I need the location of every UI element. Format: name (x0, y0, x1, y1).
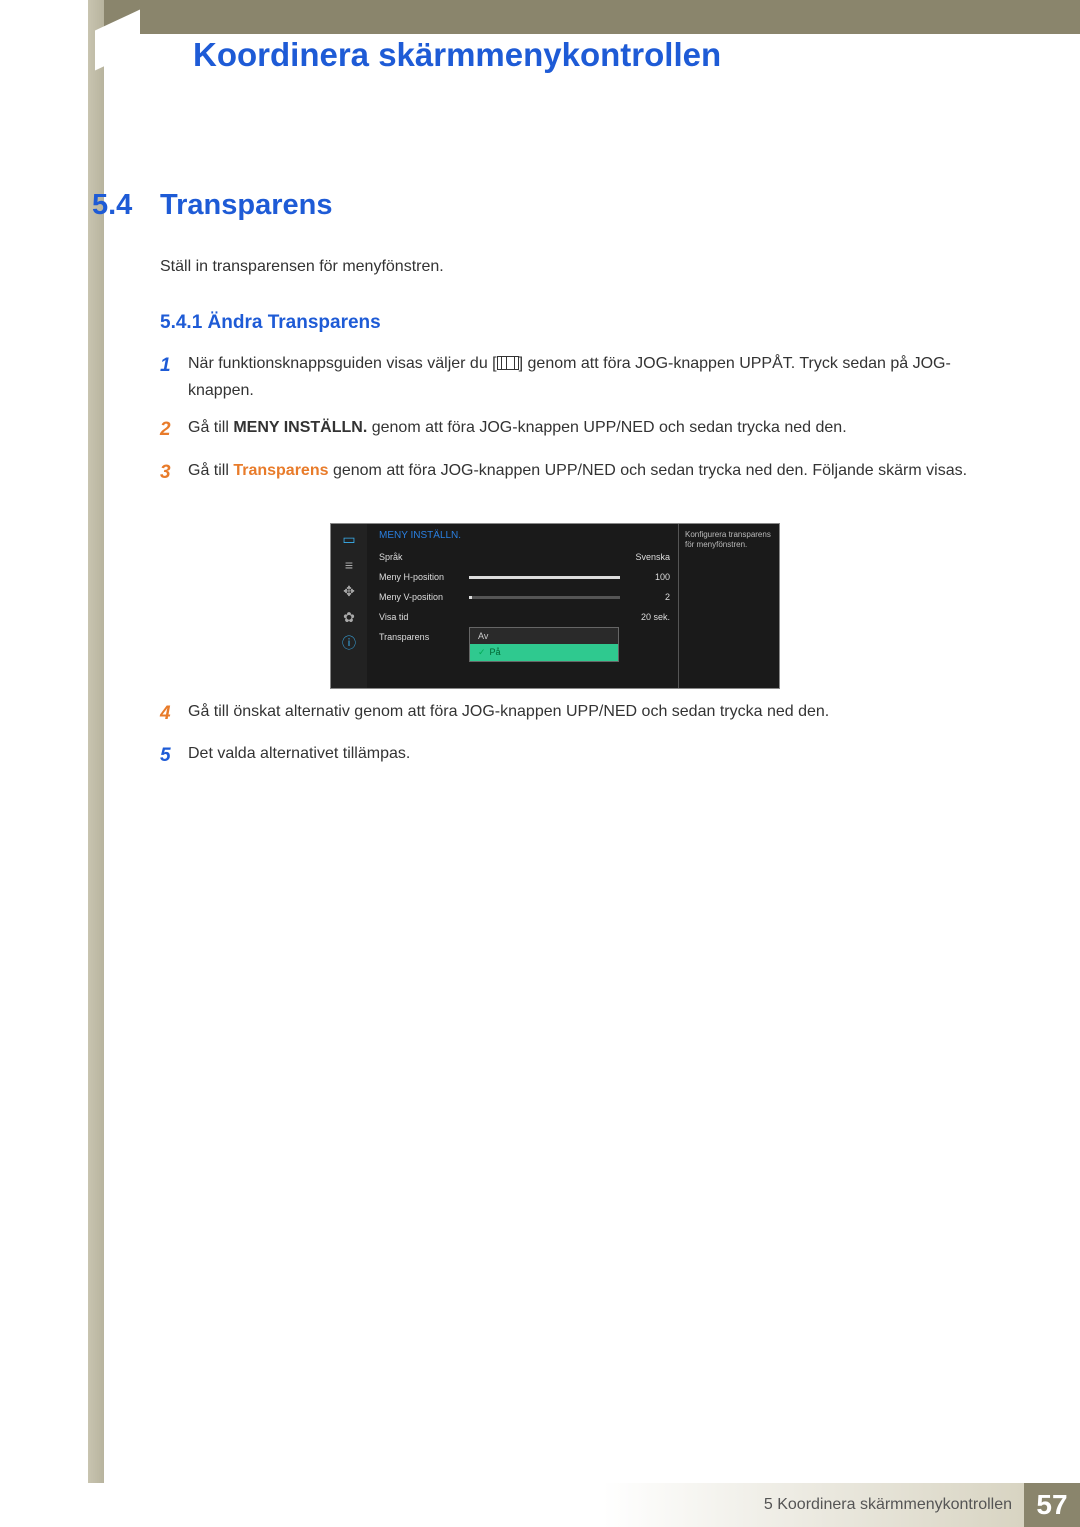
osd-row-time: Visa tid 20 sek. (379, 607, 670, 627)
step-text: När funktionsknappsguiden visas väljer d… (188, 350, 980, 404)
step-number: 5 (160, 740, 188, 772)
section-intro: Ställ in transparensen för menyfönstren. (160, 258, 444, 276)
step-number: 4 (160, 698, 188, 730)
step-text: Det valda alternativet tillämpas. (188, 740, 980, 772)
step-text: Gå till MENY INSTÄLLN. genom att föra JO… (188, 414, 980, 446)
gear-icon: ✿ (339, 608, 359, 626)
osd-value: 2 (626, 592, 670, 602)
expand-icon: ✥ (339, 582, 359, 600)
step-4: 4 Gå till önskat alternativ genom att fö… (160, 698, 980, 730)
osd-label: Transparens (379, 632, 469, 642)
steps-list: 1 När funktionsknappsguiden visas väljer… (160, 350, 980, 499)
monitor-icon: ▭ (339, 530, 359, 548)
osd-row-vpos: Meny V-position 2 (379, 587, 670, 607)
list-icon: ≡ (339, 556, 359, 574)
subsection-title: 5.4.1 Ändra Transparens (160, 312, 381, 334)
osd-value: 20 sek. (626, 612, 670, 622)
left-margin-bar (88, 0, 104, 1500)
osd-value: 100 (626, 572, 670, 582)
osd-option-on: På (470, 644, 618, 661)
step-2: 2 Gå till MENY INSTÄLLN. genom att föra … (160, 414, 980, 446)
osd-option-off: Av (470, 628, 618, 644)
step-text: Gå till önskat alternativ genom att föra… (188, 698, 980, 730)
footer: 5 Koordinera skärmmenykontrollen 57 (88, 1483, 1080, 1527)
osd-label: Meny H-position (379, 572, 469, 582)
osd-panel: MENY INSTÄLLN. Språk Svenska Meny H-posi… (367, 524, 679, 688)
osd-label: Språk (379, 552, 469, 562)
steps-list-continued: 4 Gå till önskat alternativ genom att fö… (160, 698, 980, 783)
footer-chapter: 5 Koordinera skärmmenykontrollen (88, 1483, 1024, 1527)
step-text: Gå till Transparens genom att föra JOG-k… (188, 457, 980, 489)
osd-value: Svenska (626, 552, 670, 562)
osd-tab-icons: ▭ ≡ ✥ ✿ ⓘ (331, 524, 367, 688)
step-number: 3 (160, 457, 188, 489)
text: Gå till (188, 419, 233, 436)
step-5: 5 Det valda alternativet tillämpas. (160, 740, 980, 772)
osd-dropdown: Av På (469, 627, 619, 662)
osd-screenshot: ▭ ≡ ✥ ✿ ⓘ MENY INSTÄLLN. Språk Svenska M… (330, 523, 780, 689)
osd-label: Meny V-position (379, 592, 469, 602)
osd-row-hpos: Meny H-position 100 (379, 567, 670, 587)
step-number: 1 (160, 350, 188, 404)
step-number: 2 (160, 414, 188, 446)
text-highlight: Transparens (233, 462, 328, 479)
text-bold: MENY INSTÄLLN. (233, 419, 367, 436)
osd-help-text: Konfigurera transparens för menyfönstren… (679, 524, 779, 688)
step-1: 1 När funktionsknappsguiden visas väljer… (160, 350, 980, 404)
osd-slider (469, 596, 620, 599)
menu-icon (497, 356, 519, 370)
text: genom att föra JOG-knappen UPP/NED och s… (329, 462, 968, 479)
osd-label: Visa tid (379, 612, 469, 622)
osd-slider (469, 576, 620, 579)
section-title: Transparens (160, 189, 332, 222)
page-number: 57 (1024, 1483, 1080, 1527)
osd-title: MENY INSTÄLLN. (379, 530, 670, 541)
header-bar (88, 0, 1080, 34)
text: När funktionsknappsguiden visas väljer d… (188, 355, 497, 372)
info-icon: ⓘ (339, 634, 359, 652)
text: genom att föra JOG-knappen UPP/NED och s… (367, 419, 846, 436)
section-number: 5.4 (92, 189, 132, 222)
osd-row-language: Språk Svenska (379, 547, 670, 567)
text: På (490, 647, 501, 657)
chapter-title: Koordinera skärmmenykontrollen (193, 36, 721, 74)
step-3: 3 Gå till Transparens genom att föra JOG… (160, 457, 980, 489)
text: Gå till (188, 462, 233, 479)
